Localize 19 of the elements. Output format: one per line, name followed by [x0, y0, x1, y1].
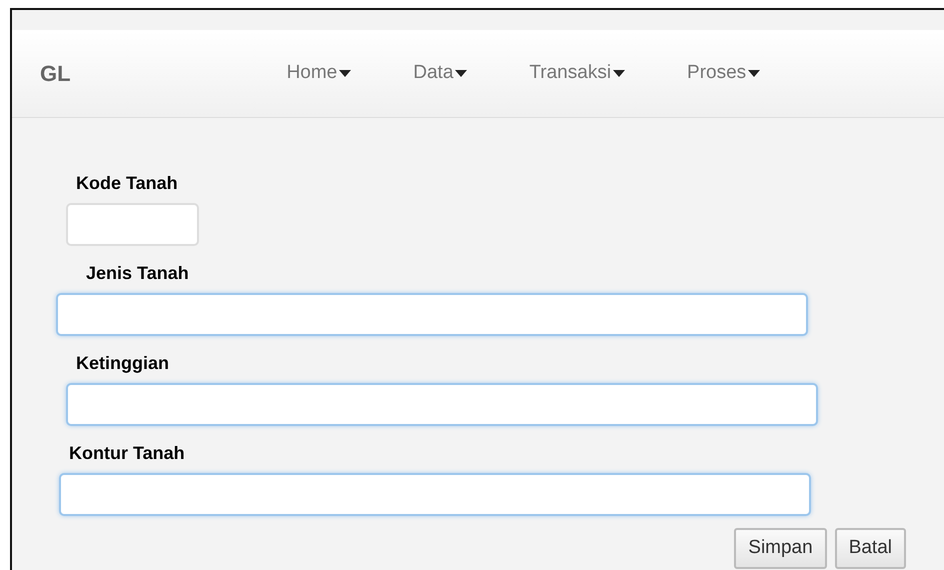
nav-menu[interactable]: Proses: [687, 59, 760, 88]
field-label: Kontur Tanah: [69, 442, 185, 465]
caret-icon: [339, 70, 352, 77]
field-label: Jenis Tanah: [86, 262, 189, 285]
field-label: Kode Tanah: [76, 172, 178, 195]
input-field[interactable]: [59, 473, 811, 516]
input-field[interactable]: [66, 383, 818, 426]
nav-menu[interactable]: Home: [286, 59, 352, 88]
nav-menu[interactable]: Data: [413, 59, 468, 88]
form-button[interactable]: Simpan: [734, 528, 827, 568]
input-field[interactable]: [56, 293, 808, 336]
form-button[interactable]: Batal: [834, 528, 906, 568]
field-label: Ketinggian: [76, 352, 169, 375]
caret-icon: [748, 70, 760, 77]
brand-link[interactable]: GL: [40, 57, 71, 90]
nav-menu[interactable]: Transaksi: [529, 59, 626, 88]
input-field[interactable]: [66, 203, 199, 246]
caret-icon: [613, 70, 626, 77]
caret-icon: [455, 70, 468, 77]
